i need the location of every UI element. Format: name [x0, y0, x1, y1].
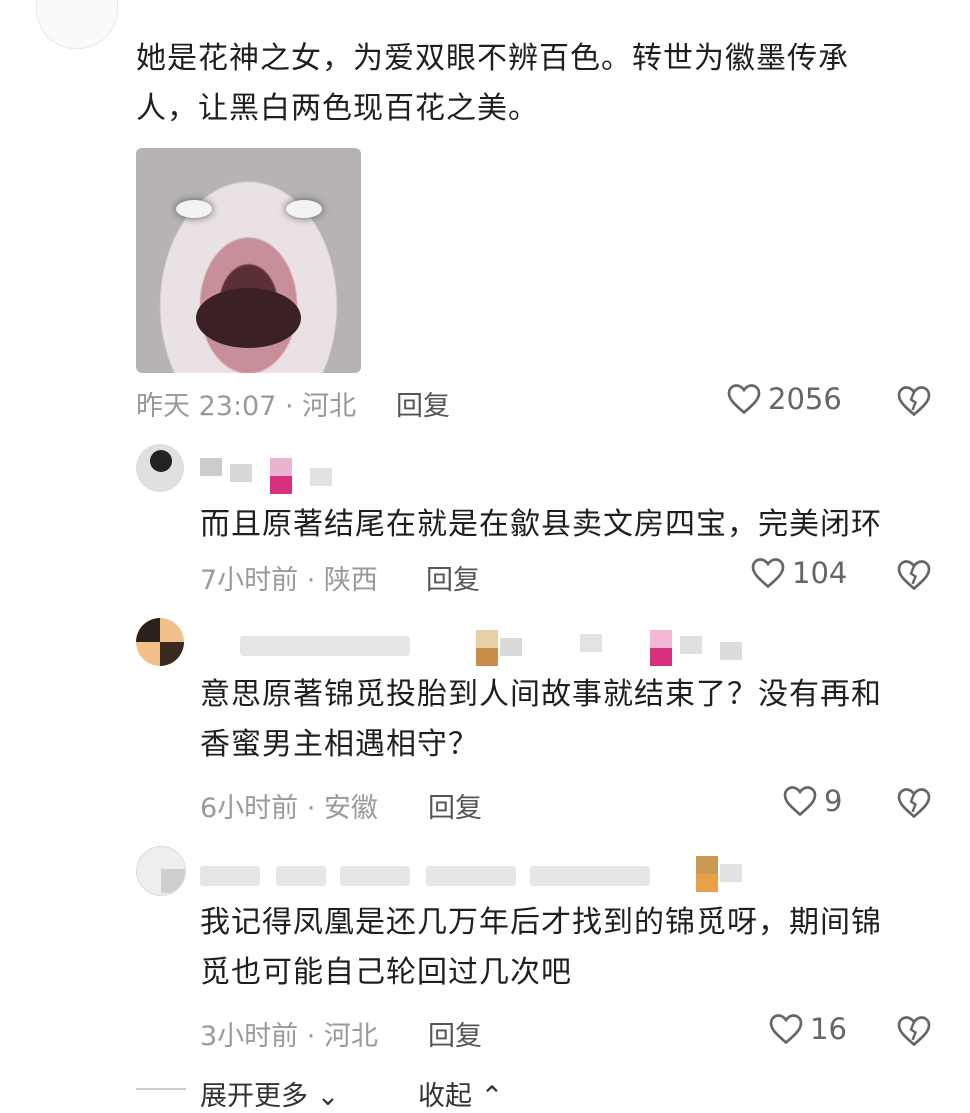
reply-meta: 3小时前 · 河北 — [200, 1021, 378, 1052]
avatar-figure — [150, 450, 172, 472]
cat-eye-right — [286, 200, 322, 218]
expand-more-label: 展开更多 — [200, 1081, 308, 1112]
heart-outline-icon — [727, 384, 761, 415]
reply-text: 而且原著结尾在就是在歙县卖文房四宝，完美闭环 — [200, 507, 882, 542]
username-blurred — [200, 458, 380, 494]
avatar-pixel — [161, 869, 185, 893]
username-blurred — [240, 630, 760, 666]
reply-button[interactable]: 回复 — [396, 384, 450, 423]
comment-text: 她是花神之女，为爱双眼不辨百色。转世为徽墨传承 人，让黑白两色现百花之美。 — [136, 41, 849, 126]
like-button[interactable]: 9 — [782, 784, 842, 818]
broken-heart-icon[interactable] — [896, 558, 932, 592]
avatar[interactable] — [136, 444, 184, 492]
broken-heart-icon[interactable] — [896, 1014, 932, 1048]
reply-text: 我记得凤凰是还几万年后才找到的锦觅呀，期间锦 觅也可能自己轮回过几次吧 — [200, 905, 882, 990]
reply-button[interactable]: 回复 — [428, 786, 482, 825]
avatar[interactable] — [136, 618, 184, 666]
like-count: 104 — [792, 556, 848, 590]
reply-button[interactable]: 回复 — [428, 1014, 482, 1053]
broken-heart-icon[interactable] — [896, 786, 932, 820]
collapse-label: 收起 — [418, 1081, 472, 1112]
reply-meta: 7小时前 · 陕西 — [200, 565, 378, 596]
chevron-down-icon: ⌄ — [308, 1081, 340, 1112]
like-button[interactable]: 2056 — [726, 382, 842, 416]
like-count: 16 — [810, 1012, 847, 1046]
avatar-pixel — [136, 618, 160, 642]
heart-outline-icon — [751, 558, 785, 589]
like-count: 9 — [824, 784, 843, 818]
like-button[interactable]: 16 — [768, 1012, 847, 1046]
username-blurred — [200, 856, 760, 896]
comment-image[interactable] — [136, 148, 361, 373]
avatar-pixel — [160, 642, 184, 666]
cat-eye-left — [176, 200, 212, 218]
avatar[interactable] — [136, 846, 186, 896]
footer-divider — [136, 1088, 186, 1090]
like-button[interactable]: 104 — [750, 556, 847, 590]
avatar-top[interactable] — [36, 0, 118, 49]
cat-mouth — [196, 288, 301, 348]
reply-button[interactable]: 回复 — [426, 558, 480, 597]
heart-outline-icon — [769, 1014, 803, 1045]
heart-outline-icon — [783, 786, 817, 817]
reply-meta: 6小时前 · 安徽 — [200, 793, 378, 824]
reply-text: 意思原著锦觅投胎到人间故事就结束了？没有再和 香蜜男主相遇相守？ — [200, 677, 882, 762]
like-count: 2056 — [768, 382, 842, 416]
comment-meta: 昨天 23:07 · 河北 — [136, 391, 357, 422]
broken-heart-icon[interactable] — [896, 384, 932, 418]
chevron-up-icon: ⌃ — [472, 1081, 504, 1112]
